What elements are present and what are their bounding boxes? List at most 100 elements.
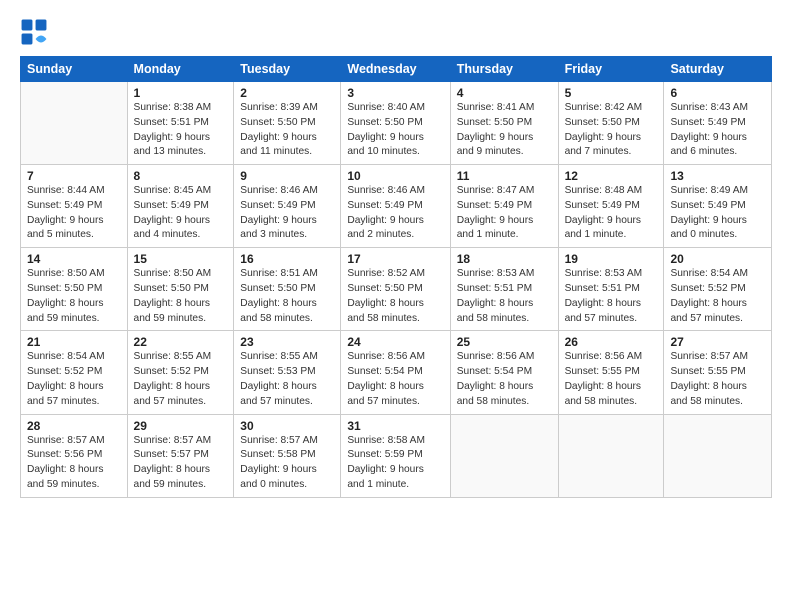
day-info: Sunrise: 8:54 AMSunset: 5:52 PMDaylight:… bbox=[670, 267, 765, 326]
calendar-cell bbox=[450, 414, 558, 497]
calendar-cell: 23Sunrise: 8:55 AMSunset: 5:53 PMDayligh… bbox=[234, 331, 341, 414]
calendar-cell: 25Sunrise: 8:56 AMSunset: 5:54 PMDayligh… bbox=[450, 331, 558, 414]
day-number: 2 bbox=[240, 86, 334, 100]
day-info: Sunrise: 8:57 AMSunset: 5:57 PMDaylight:… bbox=[134, 434, 228, 493]
calendar: SundayMondayTuesdayWednesdayThursdayFrid… bbox=[20, 56, 772, 498]
day-info: Sunrise: 8:56 AMSunset: 5:55 PMDaylight:… bbox=[565, 350, 658, 409]
day-number: 29 bbox=[134, 419, 228, 433]
calendar-cell: 29Sunrise: 8:57 AMSunset: 5:57 PMDayligh… bbox=[127, 414, 234, 497]
day-number: 1 bbox=[134, 86, 228, 100]
weekday-header: Monday bbox=[127, 57, 234, 82]
calendar-cell: 28Sunrise: 8:57 AMSunset: 5:56 PMDayligh… bbox=[21, 414, 128, 497]
day-info: Sunrise: 8:42 AMSunset: 5:50 PMDaylight:… bbox=[565, 101, 658, 160]
day-info: Sunrise: 8:56 AMSunset: 5:54 PMDaylight:… bbox=[457, 350, 552, 409]
day-number: 21 bbox=[27, 335, 121, 349]
calendar-cell: 13Sunrise: 8:49 AMSunset: 5:49 PMDayligh… bbox=[664, 165, 772, 248]
calendar-cell: 2Sunrise: 8:39 AMSunset: 5:50 PMDaylight… bbox=[234, 82, 341, 165]
day-info: Sunrise: 8:44 AMSunset: 5:49 PMDaylight:… bbox=[27, 184, 121, 243]
calendar-cell: 20Sunrise: 8:54 AMSunset: 5:52 PMDayligh… bbox=[664, 248, 772, 331]
calendar-cell: 22Sunrise: 8:55 AMSunset: 5:52 PMDayligh… bbox=[127, 331, 234, 414]
calendar-cell: 3Sunrise: 8:40 AMSunset: 5:50 PMDaylight… bbox=[341, 82, 450, 165]
day-number: 24 bbox=[347, 335, 443, 349]
day-number: 23 bbox=[240, 335, 334, 349]
calendar-cell: 26Sunrise: 8:56 AMSunset: 5:55 PMDayligh… bbox=[558, 331, 664, 414]
day-info: Sunrise: 8:49 AMSunset: 5:49 PMDaylight:… bbox=[670, 184, 765, 243]
calendar-cell: 27Sunrise: 8:57 AMSunset: 5:55 PMDayligh… bbox=[664, 331, 772, 414]
day-number: 18 bbox=[457, 252, 552, 266]
day-info: Sunrise: 8:55 AMSunset: 5:52 PMDaylight:… bbox=[134, 350, 228, 409]
day-info: Sunrise: 8:56 AMSunset: 5:54 PMDaylight:… bbox=[347, 350, 443, 409]
day-info: Sunrise: 8:50 AMSunset: 5:50 PMDaylight:… bbox=[134, 267, 228, 326]
day-number: 3 bbox=[347, 86, 443, 100]
day-info: Sunrise: 8:57 AMSunset: 5:55 PMDaylight:… bbox=[670, 350, 765, 409]
day-number: 7 bbox=[27, 169, 121, 183]
day-number: 4 bbox=[457, 86, 552, 100]
day-number: 25 bbox=[457, 335, 552, 349]
day-info: Sunrise: 8:40 AMSunset: 5:50 PMDaylight:… bbox=[347, 101, 443, 160]
day-number: 8 bbox=[134, 169, 228, 183]
day-number: 12 bbox=[565, 169, 658, 183]
day-info: Sunrise: 8:45 AMSunset: 5:49 PMDaylight:… bbox=[134, 184, 228, 243]
day-number: 31 bbox=[347, 419, 443, 433]
day-number: 10 bbox=[347, 169, 443, 183]
weekday-header: Saturday bbox=[664, 57, 772, 82]
calendar-cell: 15Sunrise: 8:50 AMSunset: 5:50 PMDayligh… bbox=[127, 248, 234, 331]
day-info: Sunrise: 8:58 AMSunset: 5:59 PMDaylight:… bbox=[347, 434, 443, 493]
calendar-cell: 1Sunrise: 8:38 AMSunset: 5:51 PMDaylight… bbox=[127, 82, 234, 165]
calendar-cell: 8Sunrise: 8:45 AMSunset: 5:49 PMDaylight… bbox=[127, 165, 234, 248]
day-info: Sunrise: 8:55 AMSunset: 5:53 PMDaylight:… bbox=[240, 350, 334, 409]
calendar-cell: 10Sunrise: 8:46 AMSunset: 5:49 PMDayligh… bbox=[341, 165, 450, 248]
logo bbox=[20, 18, 52, 46]
day-number: 22 bbox=[134, 335, 228, 349]
calendar-cell: 24Sunrise: 8:56 AMSunset: 5:54 PMDayligh… bbox=[341, 331, 450, 414]
calendar-cell bbox=[558, 414, 664, 497]
calendar-cell bbox=[664, 414, 772, 497]
page: SundayMondayTuesdayWednesdayThursdayFrid… bbox=[0, 0, 792, 612]
day-number: 26 bbox=[565, 335, 658, 349]
day-info: Sunrise: 8:52 AMSunset: 5:50 PMDaylight:… bbox=[347, 267, 443, 326]
calendar-cell: 7Sunrise: 8:44 AMSunset: 5:49 PMDaylight… bbox=[21, 165, 128, 248]
day-info: Sunrise: 8:48 AMSunset: 5:49 PMDaylight:… bbox=[565, 184, 658, 243]
day-info: Sunrise: 8:51 AMSunset: 5:50 PMDaylight:… bbox=[240, 267, 334, 326]
day-info: Sunrise: 8:46 AMSunset: 5:49 PMDaylight:… bbox=[347, 184, 443, 243]
weekday-header: Friday bbox=[558, 57, 664, 82]
day-info: Sunrise: 8:46 AMSunset: 5:49 PMDaylight:… bbox=[240, 184, 334, 243]
day-number: 28 bbox=[27, 419, 121, 433]
calendar-cell: 21Sunrise: 8:54 AMSunset: 5:52 PMDayligh… bbox=[21, 331, 128, 414]
calendar-cell: 5Sunrise: 8:42 AMSunset: 5:50 PMDaylight… bbox=[558, 82, 664, 165]
day-info: Sunrise: 8:54 AMSunset: 5:52 PMDaylight:… bbox=[27, 350, 121, 409]
calendar-cell: 16Sunrise: 8:51 AMSunset: 5:50 PMDayligh… bbox=[234, 248, 341, 331]
calendar-cell bbox=[21, 82, 128, 165]
day-number: 19 bbox=[565, 252, 658, 266]
day-info: Sunrise: 8:39 AMSunset: 5:50 PMDaylight:… bbox=[240, 101, 334, 160]
weekday-header: Thursday bbox=[450, 57, 558, 82]
weekday-header: Tuesday bbox=[234, 57, 341, 82]
weekday-header: Sunday bbox=[21, 57, 128, 82]
day-info: Sunrise: 8:57 AMSunset: 5:56 PMDaylight:… bbox=[27, 434, 121, 493]
calendar-cell: 12Sunrise: 8:48 AMSunset: 5:49 PMDayligh… bbox=[558, 165, 664, 248]
day-number: 11 bbox=[457, 169, 552, 183]
calendar-cell: 30Sunrise: 8:57 AMSunset: 5:58 PMDayligh… bbox=[234, 414, 341, 497]
calendar-cell: 6Sunrise: 8:43 AMSunset: 5:49 PMDaylight… bbox=[664, 82, 772, 165]
day-info: Sunrise: 8:57 AMSunset: 5:58 PMDaylight:… bbox=[240, 434, 334, 493]
calendar-cell: 9Sunrise: 8:46 AMSunset: 5:49 PMDaylight… bbox=[234, 165, 341, 248]
day-info: Sunrise: 8:47 AMSunset: 5:49 PMDaylight:… bbox=[457, 184, 552, 243]
day-info: Sunrise: 8:41 AMSunset: 5:50 PMDaylight:… bbox=[457, 101, 552, 160]
calendar-cell: 31Sunrise: 8:58 AMSunset: 5:59 PMDayligh… bbox=[341, 414, 450, 497]
day-number: 20 bbox=[670, 252, 765, 266]
calendar-cell: 17Sunrise: 8:52 AMSunset: 5:50 PMDayligh… bbox=[341, 248, 450, 331]
calendar-cell: 19Sunrise: 8:53 AMSunset: 5:51 PMDayligh… bbox=[558, 248, 664, 331]
day-info: Sunrise: 8:53 AMSunset: 5:51 PMDaylight:… bbox=[457, 267, 552, 326]
day-number: 6 bbox=[670, 86, 765, 100]
day-number: 17 bbox=[347, 252, 443, 266]
day-number: 16 bbox=[240, 252, 334, 266]
day-info: Sunrise: 8:53 AMSunset: 5:51 PMDaylight:… bbox=[565, 267, 658, 326]
day-number: 27 bbox=[670, 335, 765, 349]
calendar-cell: 11Sunrise: 8:47 AMSunset: 5:49 PMDayligh… bbox=[450, 165, 558, 248]
header bbox=[20, 18, 772, 46]
day-number: 13 bbox=[670, 169, 765, 183]
day-info: Sunrise: 8:50 AMSunset: 5:50 PMDaylight:… bbox=[27, 267, 121, 326]
day-number: 30 bbox=[240, 419, 334, 433]
calendar-cell: 18Sunrise: 8:53 AMSunset: 5:51 PMDayligh… bbox=[450, 248, 558, 331]
day-number: 9 bbox=[240, 169, 334, 183]
